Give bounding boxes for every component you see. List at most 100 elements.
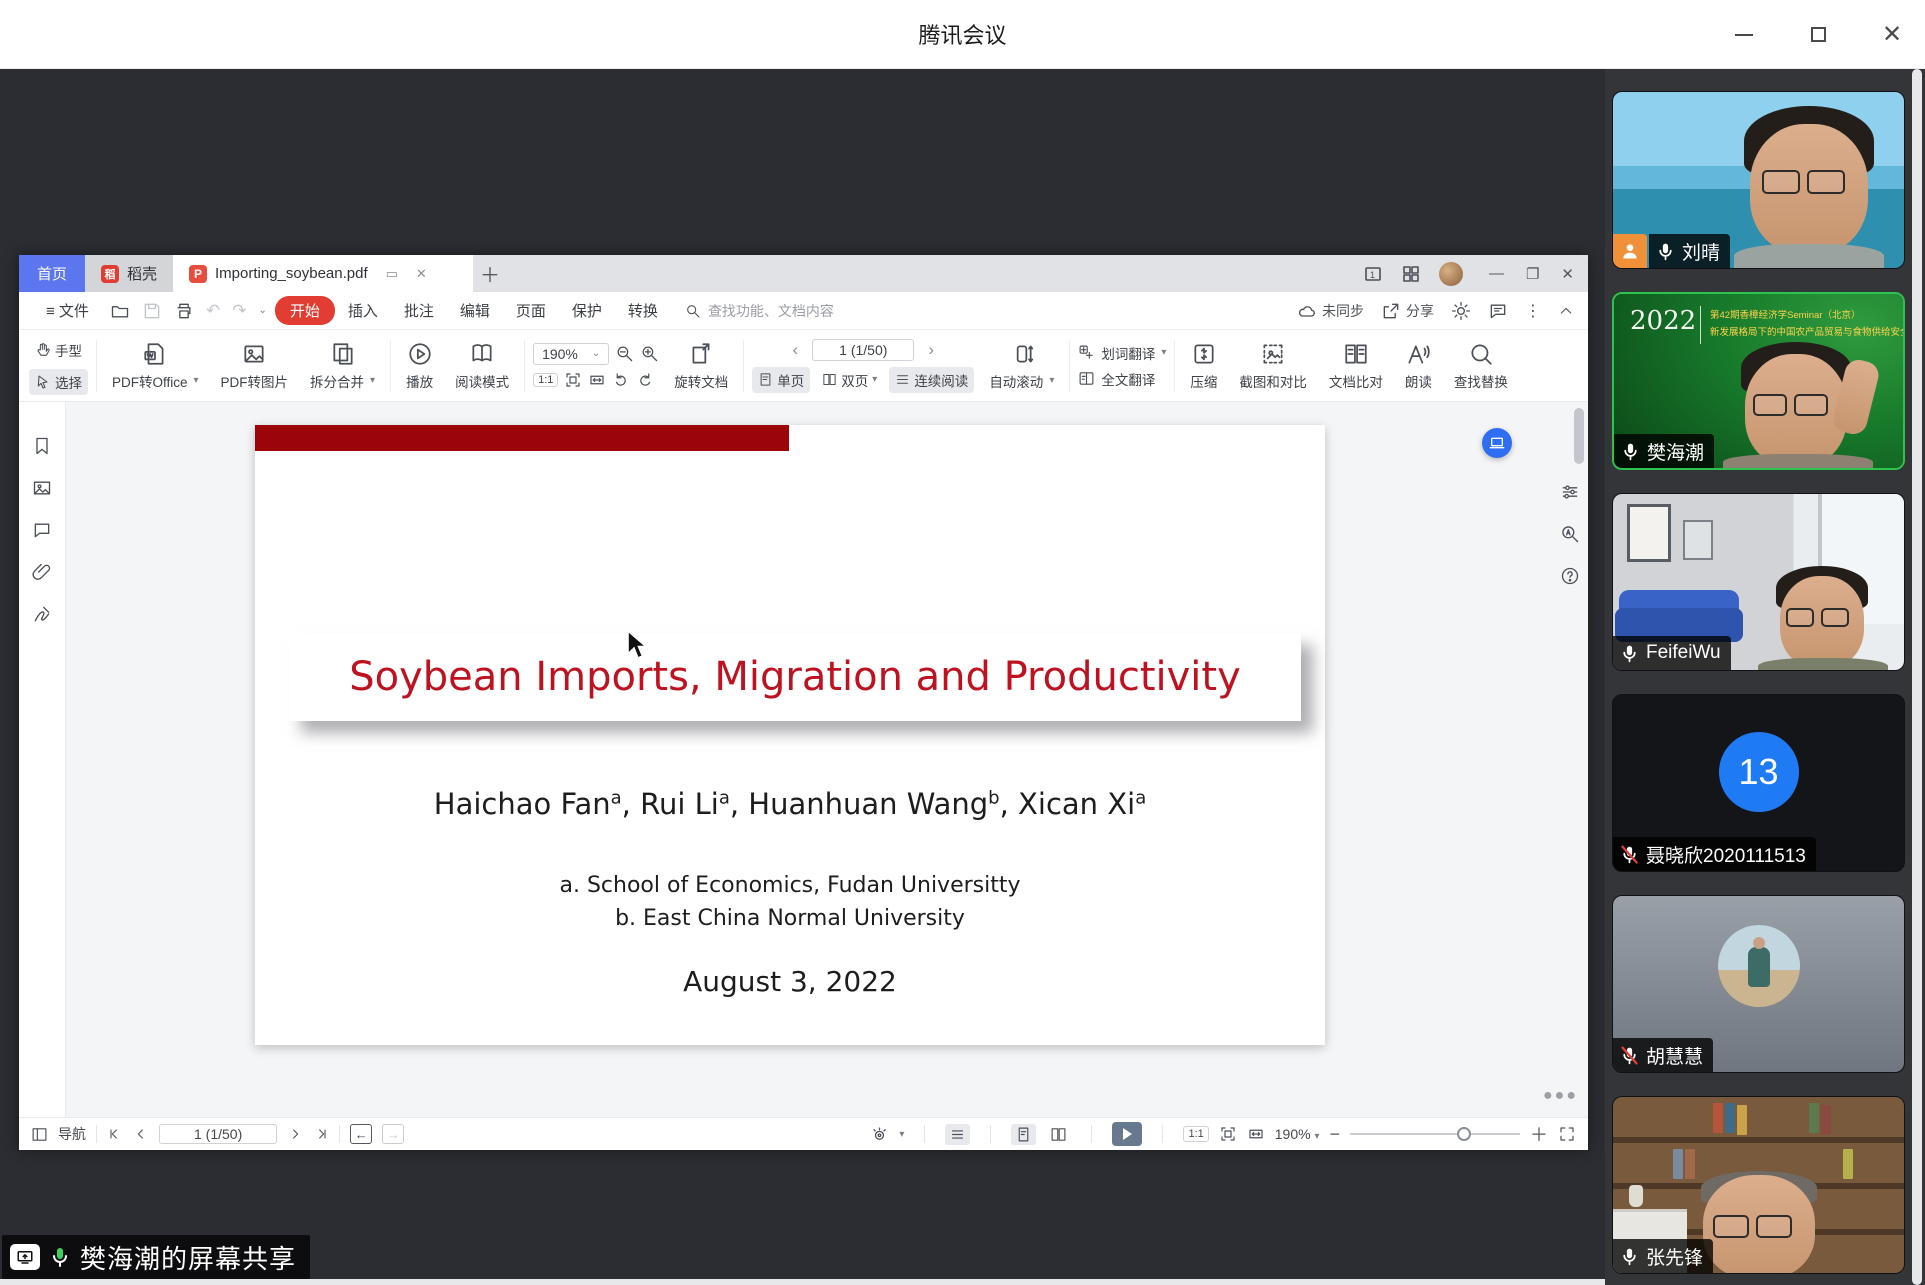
participant-tile[interactable]: 2022 第42期香樟经济学Seminar（北京） 新发展格局下的中国农产品贸易… — [1612, 292, 1905, 470]
redo-icon[interactable]: ↷ — [232, 301, 246, 321]
save-icon[interactable] — [142, 301, 162, 321]
screenshot-compare-button[interactable]: 截图和对比 — [1232, 341, 1314, 391]
status-actual-size-button[interactable]: 1:1 — [1183, 1126, 1208, 1142]
read-aloud-button[interactable]: 朗读 — [1398, 341, 1439, 391]
status-play-button[interactable] — [1112, 1122, 1142, 1146]
close-button[interactable]: ✕ — [1877, 20, 1907, 50]
print-icon[interactable] — [174, 301, 194, 321]
more-tools-icon[interactable]: ●●● — [1543, 1087, 1578, 1105]
read-mode-button[interactable]: 阅读模式 — [448, 341, 516, 391]
participant-tile[interactable]: 刘晴 — [1612, 91, 1905, 269]
auto-scroll-button[interactable]: 自动滚动▾ — [982, 341, 1061, 391]
wps-close-button[interactable]: ✕ — [1561, 265, 1574, 283]
wps-restore-button[interactable]: ❐ — [1526, 265, 1539, 283]
find-replace-button[interactable]: 查找替换 — [1447, 341, 1515, 391]
quickbar-caret-icon[interactable]: ⌄ — [258, 305, 266, 316]
hand-tool-button[interactable]: 手型 — [29, 337, 88, 363]
view-forward-button[interactable]: → — [382, 1124, 404, 1144]
participant-tile[interactable]: FeifeiWu — [1612, 493, 1905, 671]
sync-status[interactable]: 未同步 — [1297, 301, 1364, 321]
prev-page-icon[interactable] — [133, 1126, 149, 1142]
undo-icon[interactable]: ↶ — [206, 301, 220, 321]
zoom-select[interactable]: 190%⌄ — [533, 343, 609, 365]
panel-scrollbar[interactable] — [1912, 69, 1922, 1285]
rotate-left-icon[interactable] — [612, 371, 630, 389]
help-icon[interactable] — [1560, 566, 1580, 586]
signature-icon[interactable] — [32, 604, 52, 624]
loupe-text-icon[interactable] — [1560, 524, 1580, 544]
share-button[interactable]: 分享 — [1381, 301, 1434, 321]
wps-assistant-button[interactable] — [1482, 428, 1512, 458]
pdf-to-office-button[interactable]: PDF转Office▾ — [105, 341, 206, 391]
status-page-indicator[interactable]: 1 (1/50) — [159, 1124, 277, 1144]
open-icon[interactable] — [110, 301, 130, 321]
doc-scroll-thumb[interactable] — [1574, 408, 1584, 464]
menu-convert[interactable]: 转换 — [615, 300, 671, 321]
menu-protect[interactable]: 保护 — [559, 300, 615, 321]
continuous-read-button[interactable]: 连续阅读 — [889, 367, 974, 393]
fit-width-icon[interactable] — [588, 371, 606, 389]
adjust-tools-icon[interactable] — [1560, 482, 1580, 502]
play-button[interactable]: 播放 — [399, 341, 440, 391]
actual-size-button[interactable]: 1:1 — [533, 373, 558, 387]
image-icon[interactable] — [32, 478, 52, 498]
tab-document[interactable]: P Importing_soybean.pdf ▭ ✕ — [173, 255, 473, 292]
fit-page-icon[interactable] — [564, 371, 582, 389]
menu-annotate[interactable]: 批注 — [391, 300, 447, 321]
eye-protect-caret[interactable]: ▾ — [899, 1129, 904, 1140]
rotate-right-icon[interactable] — [636, 371, 654, 389]
zoom-slider-thumb[interactable] — [1457, 1127, 1471, 1141]
rotate-doc-button[interactable]: 旋转文档 — [667, 341, 735, 391]
tab-pin-icon[interactable]: ▭ — [386, 266, 398, 282]
tab-grid-icon[interactable] — [1401, 264, 1421, 284]
attachment-icon[interactable] — [32, 562, 52, 582]
zoom-in-icon[interactable] — [640, 344, 659, 363]
fullscreen-icon[interactable] — [1558, 1125, 1576, 1143]
minimize-button[interactable] — [1729, 20, 1759, 50]
settings-gear-icon[interactable] — [1451, 301, 1471, 321]
double-page-button[interactable]: 双页▾ — [816, 367, 883, 393]
more-menu-icon[interactable]: ⋮ — [1525, 301, 1541, 321]
nav-toggle[interactable]: 导航 — [31, 1124, 86, 1144]
menu-file[interactable]: ≡ 文件 — [33, 300, 102, 321]
tab-home[interactable]: 首页 — [19, 255, 85, 292]
participant-tile[interactable]: 张先锋 — [1612, 1096, 1905, 1274]
search-input[interactable]: 查找功能、文档内容 — [685, 301, 834, 321]
word-translate-button[interactable]: 划词翻译 — [1101, 343, 1155, 363]
zoom-plus-icon[interactable]: ＋ — [1530, 1121, 1548, 1147]
maximize-button[interactable] — [1803, 20, 1833, 50]
prev-page-button[interactable]: ‹ — [785, 340, 807, 360]
single-page-button[interactable]: 单页 — [752, 367, 810, 393]
participant-tile[interactable]: 胡慧慧 — [1612, 895, 1905, 1073]
status-continuous-button[interactable] — [945, 1124, 970, 1145]
pdf-to-image-button[interactable]: PDF转图片 — [214, 341, 296, 391]
status-double-page-button[interactable] — [1046, 1124, 1071, 1145]
zoom-out-icon[interactable] — [615, 344, 634, 363]
comment-bubble-icon[interactable] — [1488, 301, 1508, 321]
tab-close-icon[interactable]: ✕ — [416, 266, 427, 282]
first-page-icon[interactable] — [107, 1126, 123, 1142]
compress-button[interactable]: 压缩 — [1183, 341, 1224, 391]
new-tab-button[interactable]: ＋ — [473, 255, 507, 292]
select-tool-button[interactable]: 选择 — [29, 369, 88, 395]
collapse-ribbon-icon[interactable] — [1558, 303, 1574, 319]
status-zoom-value[interactable]: 190% ▾ — [1275, 1126, 1320, 1142]
split-merge-button[interactable]: 拆分合并▾ — [303, 341, 382, 391]
menu-page[interactable]: 页面 — [503, 300, 559, 321]
next-page-icon[interactable] — [287, 1126, 303, 1142]
full-translate-button[interactable]: 全文翻译 — [1101, 369, 1155, 389]
participant-tile[interactable]: 13 聂晓欣2020111513 — [1612, 694, 1905, 872]
menu-edit[interactable]: 编辑 — [447, 300, 503, 321]
wps-minimize-button[interactable]: — — [1489, 265, 1504, 283]
menu-start[interactable]: 开始 — [275, 296, 335, 325]
tab-docer[interactable]: 稻 稻壳 — [85, 255, 173, 292]
window-layout-icon[interactable]: 1 — [1363, 264, 1383, 284]
view-back-button[interactable]: ← — [350, 1124, 372, 1144]
user-avatar[interactable] — [1439, 262, 1463, 286]
status-single-page-button[interactable] — [1011, 1124, 1036, 1145]
page-indicator-input[interactable]: 1 (1/50) — [812, 339, 914, 361]
bookmark-icon[interactable] — [32, 436, 52, 456]
zoom-slider[interactable]: − ＋ — [1329, 1121, 1548, 1147]
doc-compare-button[interactable]: 文档比对 — [1322, 341, 1390, 391]
comment-icon[interactable] — [32, 520, 52, 540]
